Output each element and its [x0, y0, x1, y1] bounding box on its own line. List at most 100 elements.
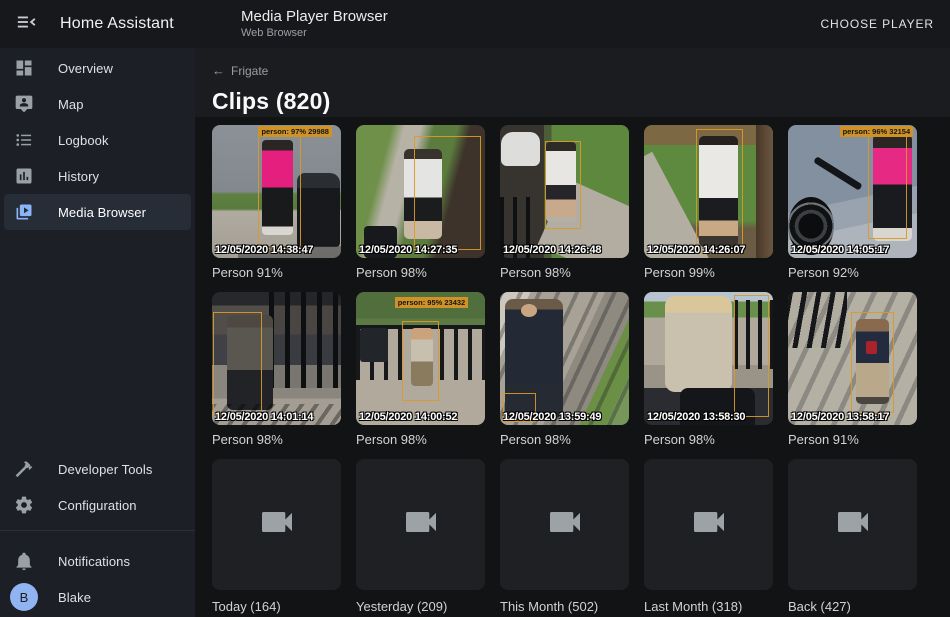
sidebar-item-label: Media Browser — [58, 205, 146, 220]
folder-label: Back (427) — [788, 599, 917, 615]
page-title: Media Player Browser — [241, 8, 388, 25]
list-bulleted-icon — [14, 130, 34, 150]
sidebar-toggle-button[interactable] — [16, 13, 38, 35]
video-camera-icon — [833, 502, 873, 547]
folder-tile-this-month[interactable]: This Month (502) — [500, 459, 629, 615]
avatar: B — [10, 583, 38, 611]
clip-label: Person 98% — [356, 432, 485, 448]
play-box-multiple-icon — [14, 202, 34, 222]
sidebar-bottom: Developer Tools Configuration Notificati… — [0, 451, 195, 617]
detection-bounding-box — [258, 132, 301, 249]
folder-tile-last-month[interactable]: Last Month (318) — [644, 459, 773, 615]
folder-thumbnail — [644, 459, 773, 590]
video-camera-icon — [689, 502, 729, 547]
sidebar-item-overview[interactable]: Overview — [0, 50, 195, 86]
clip-timestamp-overlay: 12/05/2020 14:05:17 — [791, 244, 889, 256]
video-camera-icon — [401, 502, 441, 547]
folder-label: This Month (502) — [500, 599, 629, 615]
clip-timestamp-overlay: 12/05/2020 14:38:47 — [215, 244, 313, 256]
breadcrumb-label: Frigate — [231, 64, 268, 78]
page-section-title: Clips (820) — [212, 88, 934, 115]
clip-thumbnail: person: 97% 29988 12/05/2020 14:38:47 — [212, 125, 341, 258]
clip-tile[interactable]: person: 95% 23432 12/05/2020 14:00:52 Pe… — [356, 292, 485, 448]
clip-label: Person 99% — [644, 265, 773, 281]
breadcrumb-back-frigate[interactable]: ← Frigate — [212, 63, 268, 78]
clip-tile[interactable]: person: 96% 32154 12/05/2020 14:05:17 Pe… — [788, 125, 917, 281]
folder-tile-today[interactable]: Today (164) — [212, 459, 341, 615]
folder-thumbnail — [356, 459, 485, 590]
clip-thumbnail: 12/05/2020 13:59:49 — [500, 292, 629, 425]
clip-timestamp-overlay: 12/05/2020 14:26:07 — [647, 244, 745, 256]
hammer-icon — [14, 459, 34, 479]
detection-bounding-box — [851, 312, 894, 413]
clip-tile[interactable]: 12/05/2020 13:59:49 Person 98% — [500, 292, 629, 448]
clip-tile[interactable]: 12/05/2020 14:01:14 Person 98% — [212, 292, 341, 448]
clip-tile[interactable]: 12/05/2020 13:58:17 Person 91% — [788, 292, 917, 448]
clip-thumbnail: person: 96% 32154 12/05/2020 14:05:17 — [788, 125, 917, 258]
clip-tile[interactable]: 12/05/2020 13:58:30 Person 98% — [644, 292, 773, 448]
sidebar-item-label: Overview — [58, 61, 113, 76]
view-dashboard-icon — [14, 58, 34, 78]
clip-label: Person 98% — [500, 265, 629, 281]
gear-icon — [14, 495, 34, 515]
sidebar-item-configuration[interactable]: Configuration — [0, 487, 195, 523]
scene-pillar — [756, 125, 773, 258]
folder-label: Today (164) — [212, 599, 341, 615]
clip-label: Person 91% — [212, 265, 341, 281]
clip-timestamp-overlay: 12/05/2020 14:27:35 — [359, 244, 457, 256]
clip-tile[interactable]: 12/05/2020 14:26:48 Person 98% — [500, 125, 629, 281]
clip-thumbnail: 12/05/2020 14:26:07 — [644, 125, 773, 258]
app-bar-left: Home Assistant — [0, 13, 195, 35]
clip-label: Person 98% — [356, 265, 485, 281]
detection-bounding-box — [868, 133, 907, 239]
sidebar-item-label: Notifications — [58, 554, 130, 569]
clip-label: Person 98% — [212, 432, 341, 448]
folder-thumbnail — [788, 459, 917, 590]
clip-label: Person 92% — [788, 265, 917, 281]
sidebar-item-notifications[interactable]: Notifications — [0, 543, 195, 579]
clips-grid: person: 97% 29988 12/05/2020 14:38:47 Pe… — [212, 125, 950, 615]
scene-handlebar — [814, 156, 863, 190]
menu-open-icon — [16, 11, 38, 38]
clip-tile[interactable]: person: 97% 29988 12/05/2020 14:38:47 Pe… — [212, 125, 341, 281]
video-camera-icon — [545, 502, 585, 547]
folder-tile-yesterday[interactable]: Yesterday (209) — [356, 459, 485, 615]
choose-player-button[interactable]: CHOOSE PLAYER — [804, 9, 950, 39]
folder-label: Yesterday (209) — [356, 599, 485, 615]
clip-tile[interactable]: 12/05/2020 14:26:07 Person 99% — [644, 125, 773, 281]
content-header: ← Frigate Clips (820) — [195, 48, 950, 117]
sidebar-item-label: Configuration — [58, 498, 137, 513]
clip-timestamp-overlay: 12/05/2020 13:59:49 — [503, 411, 601, 423]
sidebar: Overview Map Logbook History Media Brows… — [0, 48, 195, 617]
folder-thumbnail — [212, 459, 341, 590]
app-title: Home Assistant — [60, 15, 174, 33]
page-subtitle: Web Browser — [241, 27, 388, 40]
sidebar-item-logbook[interactable]: Logbook — [0, 122, 195, 158]
clip-timestamp-overlay: 12/05/2020 14:26:48 — [503, 244, 601, 256]
video-camera-icon — [257, 502, 297, 547]
scene-railing — [269, 292, 341, 388]
clip-thumbnail: person: 95% 23432 12/05/2020 14:00:52 — [356, 292, 485, 425]
detection-bounding-box — [696, 129, 744, 253]
clip-thumbnail: 12/05/2020 14:27:35 — [356, 125, 485, 258]
clip-thumbnail: 12/05/2020 14:26:48 — [500, 125, 629, 258]
clip-tile[interactable]: 12/05/2020 14:27:35 Person 98% — [356, 125, 485, 281]
scene-car-figure — [501, 132, 540, 167]
clip-label: Person 98% — [500, 432, 629, 448]
folder-thumbnail — [500, 459, 629, 590]
sidebar-item-history[interactable]: History — [0, 158, 195, 194]
detection-bounding-box — [545, 141, 581, 229]
sidebar-divider — [0, 530, 195, 531]
account-tooltip-icon — [14, 94, 34, 114]
folder-label: Last Month (318) — [644, 599, 773, 615]
sidebar-item-developer-tools[interactable]: Developer Tools — [0, 451, 195, 487]
detection-bounding-box — [414, 136, 481, 250]
bell-icon — [14, 551, 34, 571]
detection-score-label: person: 95% 23432 — [395, 297, 469, 308]
sidebar-item-media-browser[interactable]: Media Browser — [4, 194, 191, 230]
sidebar-item-map[interactable]: Map — [0, 86, 195, 122]
sidebar-item-label: History — [58, 169, 99, 184]
chart-box-icon — [14, 166, 34, 186]
sidebar-item-user-profile[interactable]: B Blake — [0, 579, 195, 615]
folder-tile-back[interactable]: Back (427) — [788, 459, 917, 615]
